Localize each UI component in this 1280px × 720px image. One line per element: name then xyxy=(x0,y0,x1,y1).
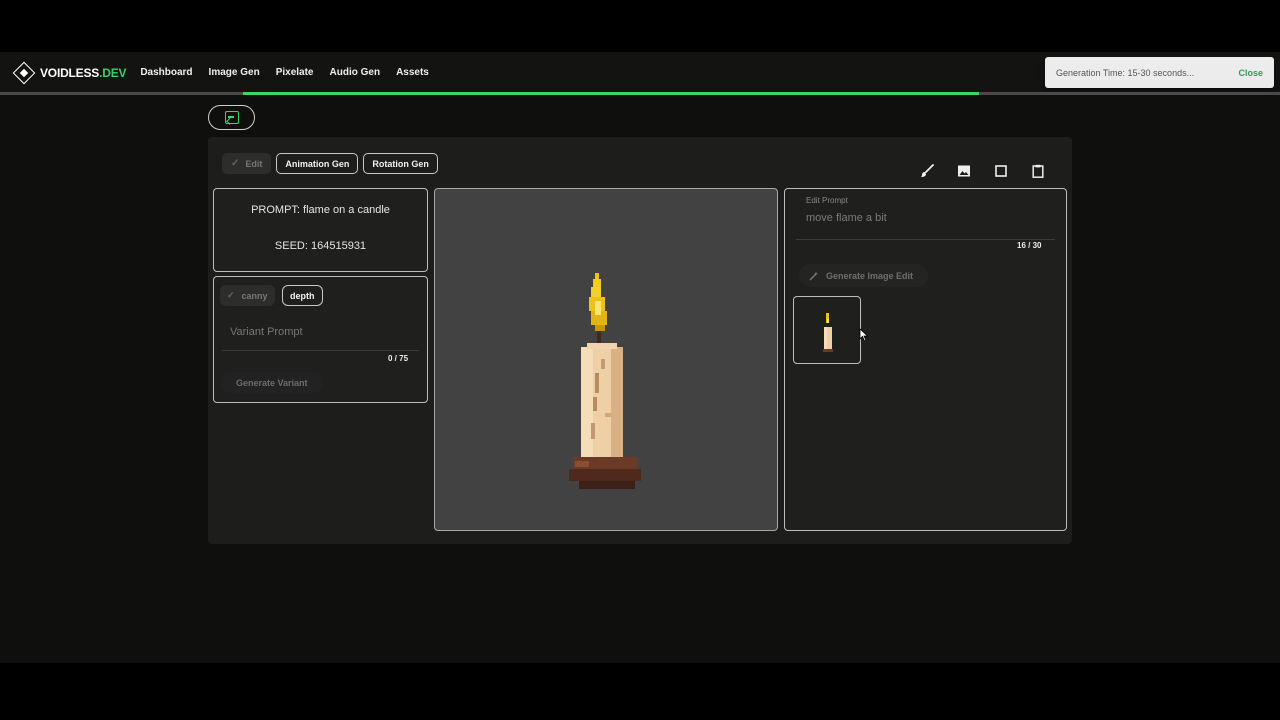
image-icon xyxy=(958,165,970,177)
check-icon: ✓ xyxy=(227,290,235,300)
square-tool-button[interactable] xyxy=(991,161,1011,181)
prompt-text: PROMPT: flame on a candle xyxy=(251,204,390,216)
image-tool-button[interactable] xyxy=(954,161,974,181)
edit-prompt-field[interactable]: Edit Prompt move flame a bit xyxy=(796,196,1055,240)
mode-tabs: ✓ Edit Animation Gen Rotation Gen xyxy=(222,153,443,174)
nav-links: Dashboard Image Gen Pixelate Audio Gen A… xyxy=(140,67,445,78)
mouse-cursor-icon xyxy=(859,328,869,342)
generate-variant-button[interactable]: Generate Variant xyxy=(221,372,323,393)
square-icon xyxy=(995,165,1007,177)
chip-label: canny xyxy=(241,290,268,301)
candle-thumbnail-image xyxy=(823,313,833,352)
edit-char-counter: 16 / 30 xyxy=(1017,241,1042,250)
toast-message: Generation Time: 15-30 seconds... xyxy=(1056,67,1195,78)
clipboard-tool-button[interactable] xyxy=(1028,161,1048,181)
nav-link-assets[interactable]: Assets xyxy=(396,67,429,78)
clipboard-icon xyxy=(1032,164,1044,178)
logo-icon xyxy=(12,61,36,84)
variant-char-counter: 0 / 75 xyxy=(388,354,409,363)
back-button[interactable] xyxy=(208,105,255,130)
variant-prompt-input[interactable]: Variant Prompt xyxy=(222,314,419,351)
tab-animation-gen[interactable]: Animation Gen xyxy=(276,153,359,174)
navbar: VOIDLESS.DEV Dashboard Image Gen Pixelat… xyxy=(0,52,1280,93)
candle-pixel-art xyxy=(565,273,645,498)
edit-prompt-label: Edit Prompt xyxy=(806,196,848,205)
nav-link-pixelate[interactable]: Pixelate xyxy=(276,67,314,78)
editor-card: ✓ Edit Animation Gen Rotation Gen PROMPT… xyxy=(208,137,1072,544)
tab-label: Rotation Gen xyxy=(372,158,429,169)
nav-link-dashboard[interactable]: Dashboard xyxy=(140,67,192,78)
edit-prompt-value: move flame a bit xyxy=(806,212,887,224)
generation-progress-bar xyxy=(0,92,1280,95)
generate-image-edit-label: Generate Image Edit xyxy=(826,270,914,281)
generation-toast: Generation Time: 15-30 seconds... Close xyxy=(1045,57,1274,88)
nav-link-audio-gen[interactable]: Audio Gen xyxy=(330,67,381,78)
canvas-toolbar xyxy=(900,161,1048,181)
logo[interactable]: VOIDLESS.DEV xyxy=(12,61,127,84)
tab-label: Animation Gen xyxy=(285,158,350,169)
tab-edit[interactable]: ✓ Edit xyxy=(222,153,272,174)
tab-rotation-gen[interactable]: Rotation Gen xyxy=(363,153,438,174)
logo-text: VOIDLESS.DEV xyxy=(40,65,127,80)
back-arrow-icon xyxy=(224,111,239,124)
generate-image-edit-button[interactable]: Generate Image Edit xyxy=(799,264,929,287)
edit-panel: Edit Prompt move flame a bit 16 / 30 Gen… xyxy=(784,188,1067,531)
app-root: VOIDLESS.DEV Dashboard Image Gen Pixelat… xyxy=(0,52,1280,663)
chip-label: depth xyxy=(290,290,315,301)
toast-close-button[interactable]: Close xyxy=(1238,68,1263,78)
brush-icon xyxy=(921,164,934,177)
prompt-info-panel: PROMPT: flame on a candle SEED: 16451593… xyxy=(213,188,428,272)
nav-link-image-gen[interactable]: Image Gen xyxy=(209,67,260,78)
magic-wand-icon xyxy=(809,271,818,281)
brush-tool-button[interactable] xyxy=(917,161,937,181)
progress-fill xyxy=(243,92,979,95)
tab-label: Edit xyxy=(245,158,263,169)
seed-text: SEED: 164515931 xyxy=(274,240,367,252)
chip-canny[interactable]: ✓ canny xyxy=(220,285,275,306)
image-canvas[interactable] xyxy=(434,188,778,531)
check-icon: ✓ xyxy=(231,158,240,169)
chip-depth[interactable]: depth xyxy=(282,285,323,306)
variant-panel: ✓ canny depth Variant Prompt 0 / 75 Gene… xyxy=(213,276,428,403)
result-thumbnail[interactable] xyxy=(793,296,861,364)
